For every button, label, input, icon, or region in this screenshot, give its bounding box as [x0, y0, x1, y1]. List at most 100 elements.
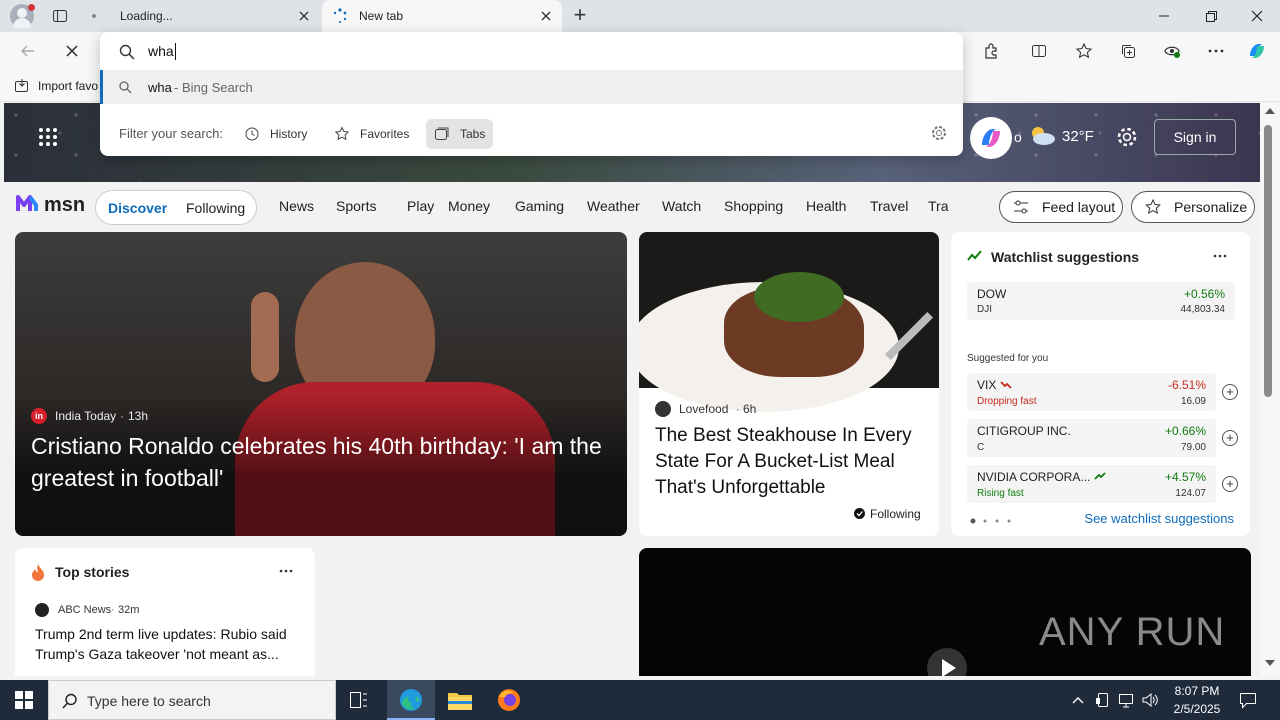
favorites-filter-button[interactable]: Favorites: [326, 119, 417, 149]
network-icon[interactable]: [1117, 691, 1135, 709]
more-options-icon[interactable]: [1213, 251, 1227, 261]
close-tab-icon[interactable]: [296, 8, 312, 24]
watchlist-row-citigroup[interactable]: CITIGROUP INC. C +0.66% 79.00 +: [967, 419, 1238, 457]
feed-layout-button[interactable]: Feed layout: [999, 191, 1123, 223]
following-check-icon: [854, 508, 865, 519]
story-source: Lovefood: [679, 402, 729, 416]
history-label: History: [270, 127, 308, 141]
story-headline[interactable]: Trump 2nd term live updates: Rubio said …: [35, 624, 303, 664]
split-screen-icon[interactable]: [1024, 36, 1054, 66]
tab-new-tab[interactable]: New tab: [322, 0, 562, 32]
nav-traffic[interactable]: Tra: [928, 198, 948, 214]
close-tab-icon[interactable]: [538, 8, 554, 24]
start-button[interactable]: [0, 680, 48, 720]
favorites-icon[interactable]: [1069, 36, 1099, 66]
nav-travel[interactable]: Travel: [870, 198, 908, 214]
tab-discover[interactable]: Discover: [108, 200, 167, 216]
watchlist-row-dow[interactable]: DOW DJI +0.56% 44,803.34: [967, 282, 1235, 320]
add-to-watchlist-icon[interactable]: +: [1222, 430, 1238, 446]
show-hidden-icons-icon[interactable]: [1071, 693, 1085, 707]
tabs-filter-button[interactable]: Tabs: [426, 119, 494, 149]
file-explorer-icon[interactable]: [447, 689, 473, 711]
add-to-watchlist-icon[interactable]: +: [1222, 384, 1238, 400]
carousel-dots[interactable]: [970, 518, 1020, 524]
fire-icon: [31, 563, 45, 581]
nav-shopping[interactable]: Shopping: [724, 198, 783, 214]
filter-label: Filter your search:: [119, 126, 224, 141]
back-icon[interactable]: [13, 36, 43, 66]
volume-icon[interactable]: [1141, 691, 1159, 709]
following-label[interactable]: Following: [870, 507, 921, 521]
history-filter-button[interactable]: History: [236, 119, 315, 149]
tab-actions-icon[interactable]: [52, 8, 68, 24]
firefox-icon[interactable]: [496, 687, 522, 713]
search-settings-icon[interactable]: [931, 125, 947, 141]
add-to-watchlist-icon[interactable]: +: [1222, 476, 1238, 492]
see-watchlist-link[interactable]: See watchlist suggestions: [1084, 511, 1234, 526]
nav-health[interactable]: Health: [806, 198, 846, 214]
lovefood-logo-icon: [655, 401, 671, 417]
play-button[interactable]: [927, 648, 967, 676]
apps-grid-icon[interactable]: [38, 127, 58, 147]
nav-play[interactable]: Play: [407, 198, 434, 214]
import-favorites-link[interactable]: Import favo: [38, 79, 98, 93]
notifications-icon[interactable]: [1238, 691, 1258, 709]
msn-logo-icon[interactable]: [16, 191, 40, 215]
address-input[interactable]: wha: [148, 43, 176, 60]
food-story-card[interactable]: Lovefood · 6h The Best Steakhouse In Eve…: [639, 232, 939, 536]
scroll-up-icon[interactable]: [1265, 108, 1275, 114]
copilot-icon[interactable]: [1242, 36, 1272, 66]
collections-icon[interactable]: [1113, 36, 1143, 66]
nav-money[interactable]: Money: [448, 198, 490, 214]
restore-icon[interactable]: [1203, 8, 1219, 24]
sign-in-button[interactable]: Sign in: [1154, 119, 1236, 155]
main-story-card[interactable]: in India Today · 13h Cristiano Ronaldo c…: [15, 232, 627, 536]
stop-loading-icon[interactable]: [57, 36, 87, 66]
extensions-icon[interactable]: [976, 36, 1006, 66]
browser-essentials-icon[interactable]: [1157, 36, 1187, 66]
more-options-icon[interactable]: [279, 568, 293, 574]
taskbar-search-box[interactable]: Type here to search: [48, 680, 336, 720]
tab-loading[interactable]: Loading...: [84, 0, 320, 32]
msn-brand[interactable]: msn: [44, 194, 85, 217]
loading-dot-icon: [92, 14, 96, 18]
copilot-button[interactable]: [970, 117, 1012, 159]
nav-weather[interactable]: Weather: [587, 198, 640, 214]
ticker-sub: C: [977, 442, 985, 453]
page-scrollbar[interactable]: [1260, 103, 1280, 676]
nav-gaming[interactable]: Gaming: [515, 198, 564, 214]
windows-taskbar: Type here to search 8:07 PM 2/5/2025: [0, 680, 1280, 720]
suggestion-row[interactable]: wha - Bing Search: [100, 70, 963, 104]
watchlist-row-nvidia[interactable]: NVIDIA CORPORA... Rising fast +4.57% 124…: [967, 465, 1238, 503]
close-window-icon[interactable]: [1249, 8, 1265, 24]
nav-sports[interactable]: Sports: [336, 198, 376, 214]
page-settings-icon[interactable]: [1116, 126, 1138, 148]
taskbar-search-placeholder: Type here to search: [87, 693, 211, 709]
profile-avatar-icon[interactable]: [10, 4, 35, 28]
clock-date[interactable]: 2/5/2025: [1168, 702, 1226, 716]
watermark: ANY RUN: [1039, 610, 1226, 654]
ticker-sub: DJI: [977, 304, 992, 315]
settings-more-icon[interactable]: [1201, 36, 1231, 66]
nav-news[interactable]: News: [279, 198, 314, 214]
story-headline[interactable]: The Best Steakhouse In Every State For A…: [655, 423, 930, 501]
tab-following[interactable]: Following: [186, 200, 245, 216]
scroll-down-icon[interactable]: [1265, 660, 1275, 666]
ticker-change: +0.66%: [1164, 424, 1206, 438]
story-headline[interactable]: Cristiano Ronaldo celebrates his 40th bi…: [31, 430, 616, 494]
suggested-label: Suggested for you: [967, 353, 1049, 364]
watchlist-row-vix[interactable]: VIX Dropping fast -6.51% 16.09 +: [967, 373, 1238, 411]
scrollbar-thumb[interactable]: [1264, 125, 1272, 397]
clock-time[interactable]: 8:07 PM: [1170, 684, 1224, 698]
new-tab-button[interactable]: +: [570, 4, 590, 26]
device-icon[interactable]: [1095, 691, 1111, 709]
taskbar-edge-button[interactable]: [387, 680, 435, 720]
task-view-icon[interactable]: [348, 690, 370, 710]
weather-temperature[interactable]: 32°F: [1062, 128, 1094, 145]
nav-watch[interactable]: Watch: [662, 198, 701, 214]
address-bar-dropdown: wha wha - Bing Search Filter your search…: [100, 32, 963, 156]
personalize-button[interactable]: Personalize: [1131, 191, 1255, 223]
ticker-value: 16.09: [1180, 396, 1206, 407]
video-card[interactable]: ANY RUN: [639, 548, 1251, 676]
minimize-icon[interactable]: [1156, 8, 1172, 24]
